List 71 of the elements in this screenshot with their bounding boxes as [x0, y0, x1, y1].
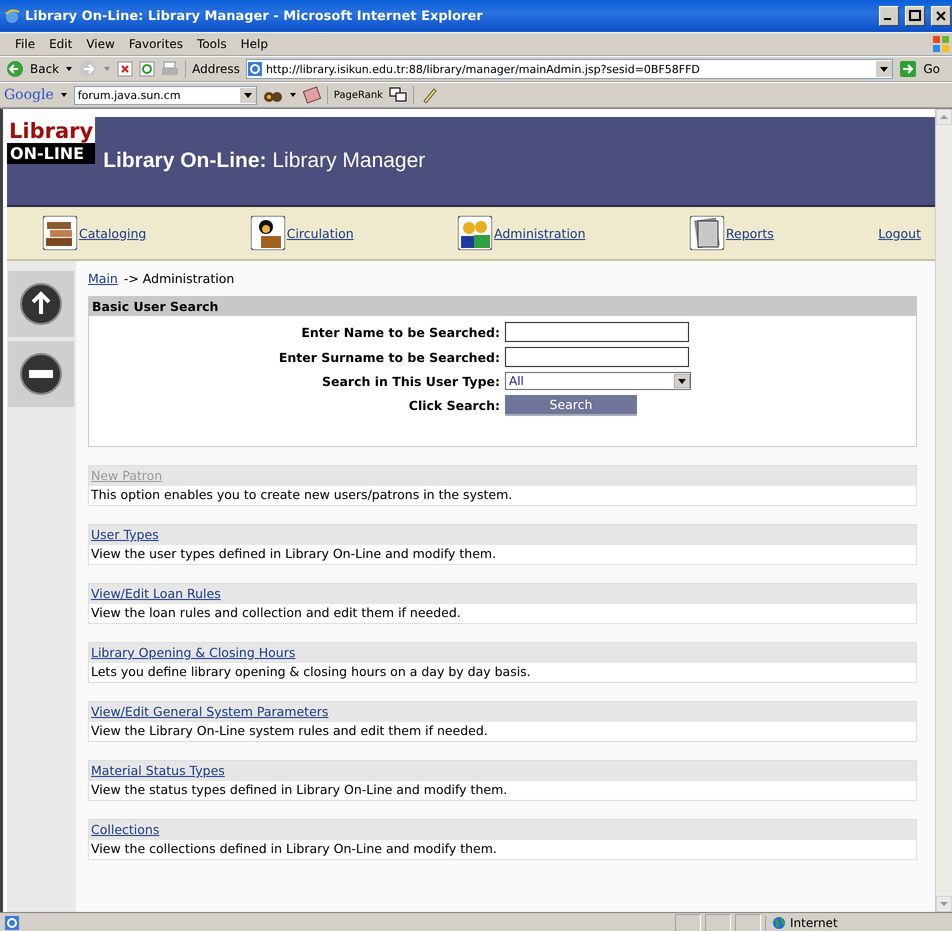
menu-item[interactable]: View [79, 37, 122, 51]
close-icon[interactable] [931, 6, 951, 26]
option-description: Lets you define library opening & closing hours on a day by day basis. [89, 663, 916, 682]
option-link[interactable]: Collections [91, 822, 160, 837]
window-title: Library On-Line: Library Manager - Microsoft Internet Explorer [25, 8, 484, 24]
caret-icon[interactable] [288, 91, 297, 99]
field-label: Click Search: [408, 398, 500, 413]
search-button[interactable]: Search [505, 395, 637, 416]
nav-link[interactable]: Administration [494, 226, 586, 240]
address-field[interactable]: http://library.isikun.edu.tr:88/library/manager/mainAdmin.jsp?sesid=0BF58FFD [246, 59, 894, 79]
nav-link[interactable]: Logout [878, 226, 922, 240]
reader-icon[interactable] [250, 216, 285, 250]
people-icon[interactable] [458, 216, 492, 250]
nav-link[interactable]: Circulation [286, 226, 354, 240]
address-label: Address [192, 62, 240, 76]
page-icon [246, 61, 263, 77]
breadcrumb-link[interactable]: Main [88, 271, 118, 286]
option-link[interactable]: User Types [91, 527, 159, 542]
zone-label: Internet [790, 916, 838, 930]
globe-icon [772, 916, 786, 930]
option-description: View the user types defined in Library On-Line and modify them. [89, 545, 916, 564]
nav-link[interactable]: Reports [726, 226, 774, 240]
logo-text: Library [8, 118, 94, 143]
logo-text: ON-LINE [7, 143, 96, 164]
status-panel [735, 914, 761, 931]
menu-item[interactable]: Edit [42, 37, 80, 51]
stop-icon[interactable] [117, 61, 134, 77]
caret-icon[interactable] [65, 65, 74, 73]
option-link[interactable]: Material Status Types [91, 763, 225, 778]
go-button[interactable]: Go [923, 62, 940, 76]
option-link[interactable]: Library Opening & Closing Hours [91, 645, 296, 660]
news-icon[interactable] [302, 86, 321, 104]
input-field[interactable] [505, 322, 689, 342]
google-logo[interactable]: Google [4, 87, 54, 103]
windows-icon[interactable] [388, 87, 407, 103]
menu-item[interactable]: Tools [190, 37, 234, 51]
field-label: Enter Surname to be Searched: [278, 350, 500, 364]
ie-logo-icon [4, 8, 20, 24]
option-description: View the Library On-Line system rules and edit them if needed. [89, 722, 916, 741]
user-type-dropdown[interactable]: All [505, 372, 691, 390]
option-description: View the status types defined in Library On-Line and modify them. [89, 781, 916, 800]
input-field[interactable] [505, 347, 689, 367]
minimize-icon[interactable] [879, 6, 899, 26]
menu-item[interactable]: File [8, 37, 42, 51]
page-title: Library On-Line: Library Manager [103, 149, 426, 173]
back-button[interactable]: Back [30, 62, 60, 76]
option-description: View the collections defined in Library On-Line and modify them. [89, 840, 916, 859]
pagerank-label: PageRank [334, 90, 383, 100]
windows-flag-icon [930, 34, 952, 54]
documents-icon[interactable] [690, 216, 724, 250]
breadcrumb-text: -> Administration [124, 271, 234, 286]
option-description: This option enables you to create new users/patrons in the system. [89, 486, 916, 505]
refresh-icon[interactable] [139, 61, 156, 77]
page-icon [4, 915, 20, 931]
nav-link[interactable]: Cataloging [79, 226, 146, 240]
maximize-icon[interactable] [905, 6, 925, 26]
option-link[interactable]: View/Edit Loan Rules [91, 586, 221, 601]
status-panel [675, 914, 701, 931]
menu-item[interactable]: Help [234, 37, 275, 51]
search-field[interactable]: forum.java.sun.cm [74, 86, 257, 104]
panel-title: Basic User Search [89, 297, 916, 316]
dropdown-arrow-icon [674, 374, 690, 388]
books-icon[interactable] [43, 216, 77, 250]
option-description: View the loan rules and collection and edit them if needed. [89, 604, 916, 623]
status-panel [705, 914, 731, 931]
caret-icon[interactable] [60, 91, 68, 99]
field-label: Enter Name to be Searched: [300, 324, 500, 340]
printer-icon[interactable] [161, 61, 180, 77]
minus-icon[interactable] [20, 353, 62, 395]
menu-item[interactable]: Favorites [122, 37, 190, 51]
field-label: Search in This User Type: [321, 374, 500, 388]
